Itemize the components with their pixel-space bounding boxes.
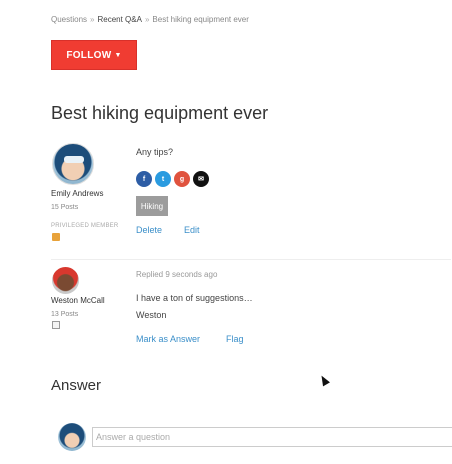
- reply-body: I have a ton of suggestions…: [136, 293, 253, 303]
- mark-as-answer-link[interactable]: Mark as Answer: [136, 334, 200, 344]
- reply-author-post-count: 13 Posts: [51, 311, 79, 318]
- breadcrumb-current-page: Best hiking equipment ever: [152, 15, 249, 24]
- follow-button[interactable]: FOLLOW ▼: [51, 40, 137, 70]
- flag-link[interactable]: Flag: [226, 334, 244, 344]
- email-icon[interactable]: ✉: [193, 171, 209, 187]
- caret-down-icon: ▼: [114, 51, 122, 59]
- breadcrumb-recent-qa[interactable]: Recent Q&A: [97, 15, 141, 24]
- tag-hiking[interactable]: Hiking: [136, 196, 168, 216]
- follow-button-label: FOLLOW: [66, 49, 112, 61]
- member-rank: PRIVILEGED MEMBER: [51, 223, 119, 229]
- breadcrumb-questions[interactable]: Questions: [51, 15, 87, 24]
- delete-link[interactable]: Delete: [136, 225, 162, 235]
- answer-heading: Answer: [51, 377, 102, 394]
- breadcrumb: Questions» Recent Q&A» Best hiking equipme…: [51, 15, 249, 24]
- reply-signature: Weston: [136, 310, 167, 320]
- edit-link[interactable]: Edit: [184, 225, 200, 235]
- rank-badge-icon: [52, 233, 60, 241]
- breadcrumb-separator: »: [90, 15, 95, 24]
- twitter-icon[interactable]: t: [155, 171, 171, 187]
- avatar[interactable]: [52, 267, 79, 294]
- facebook-icon[interactable]: f: [136, 171, 152, 187]
- author-name[interactable]: Emily Andrews: [51, 189, 103, 198]
- answer-input[interactable]: [92, 427, 452, 447]
- avatar[interactable]: [52, 143, 94, 185]
- breadcrumb-separator: »: [144, 15, 150, 24]
- author-post-count: 15 Posts: [51, 204, 79, 211]
- question-body: Any tips?: [136, 147, 174, 157]
- divider: [51, 259, 451, 260]
- avatar: [58, 423, 86, 451]
- reply-author-name[interactable]: Weston McCall: [51, 296, 105, 305]
- mouse-cursor-icon: [318, 373, 330, 387]
- google-plus-icon[interactable]: g: [174, 171, 190, 187]
- rank-badge-icon: [52, 321, 60, 329]
- page-title: Best hiking equipment ever: [51, 103, 269, 123]
- reply-timestamp: Replied 9 seconds ago: [136, 270, 218, 279]
